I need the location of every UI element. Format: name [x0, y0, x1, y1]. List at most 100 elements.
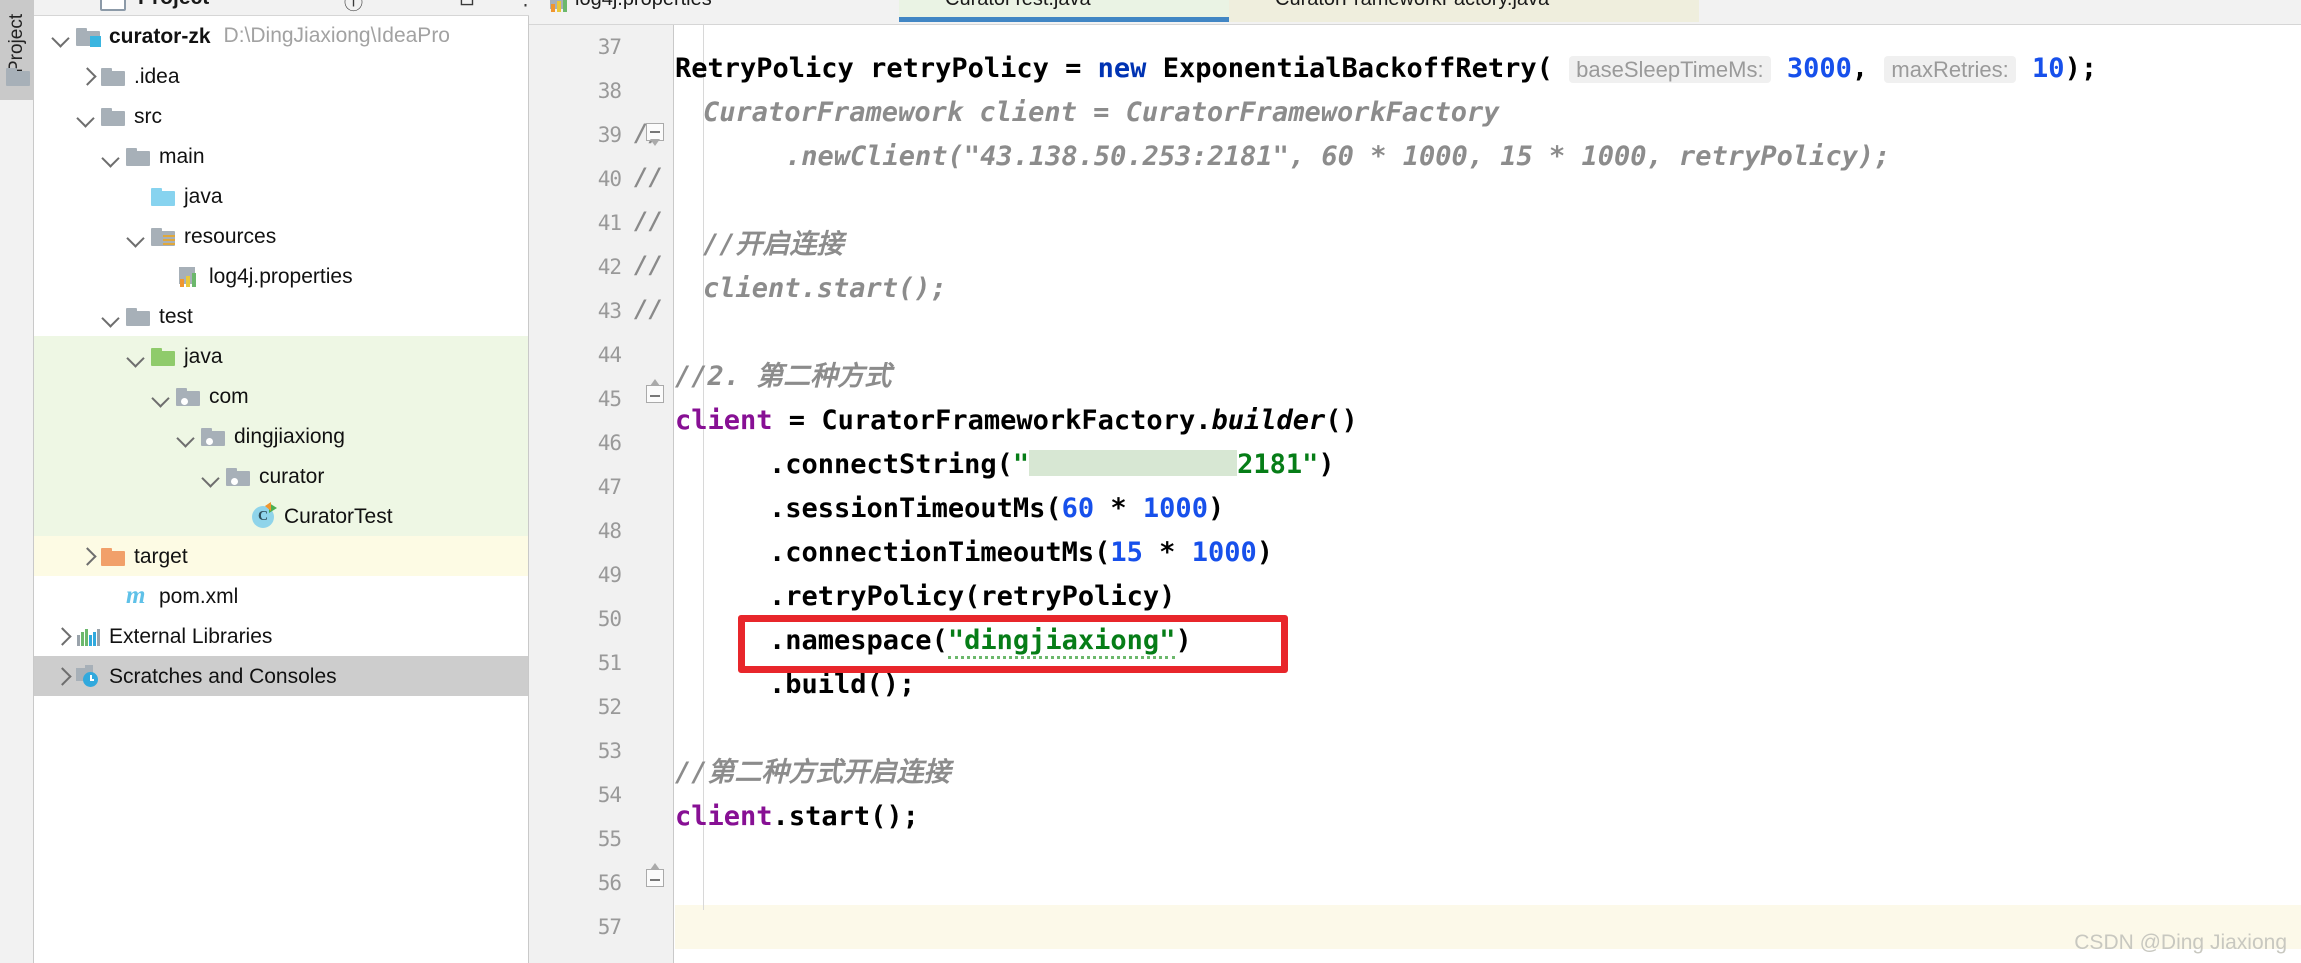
java-class-runnable-icon: C [252, 502, 277, 528]
tree-item-label: CuratorTest [284, 504, 393, 528]
chevron-right-icon[interactable] [73, 543, 99, 569]
token-method-builder: builder [1211, 405, 1326, 436]
code-line-50: .retryPolicy(retryPolicy) [769, 581, 1176, 612]
tree-item-target[interactable]: target [34, 536, 528, 576]
token-field-client: client [675, 405, 773, 436]
editor-tab-log4j-properties[interactable]: log4j.properties [529, 0, 899, 22]
tree-item-java[interactable]: java [34, 176, 528, 216]
minimize-icon[interactable]: ─ [404, 0, 417, 10]
ide-window: Project Project ⓘ ─ ⊟ ⋮ curator-zk D:\Din… [0, 0, 2301, 963]
editor-tab-curatorframeworkfactory-java[interactable]: CuratorFrameworkFactory.java [1229, 0, 1699, 22]
chevron-right-icon[interactable] [73, 63, 99, 89]
editor-tab-bar[interactable]: log4j.properties CuratorTest.java CuratorF… [529, 0, 2301, 25]
collapse-all-icon[interactable]: ⊟ [459, 0, 475, 11]
line-number-55: 55 [597, 827, 622, 851]
token-method-connectiontimeoutms: connectionTimeoutMs [785, 537, 1095, 568]
code-line-47: .connectString(" 2181") [769, 449, 1335, 480]
tree-item-label: pom.xml [159, 584, 239, 608]
commented-line-marker-42: // [634, 251, 663, 279]
tree-item-src[interactable]: src [34, 96, 528, 136]
chevron-down-icon[interactable] [73, 103, 99, 129]
chevron-down-icon[interactable] [148, 383, 174, 409]
code-line-56: } [675, 839, 2261, 883]
scratches-consoles-icon [76, 665, 102, 687]
folder-icon [6, 68, 30, 86]
token-number-10: 10 [2032, 53, 2065, 84]
tree-item-main[interactable]: main [34, 136, 528, 176]
tree-item-com[interactable]: com [34, 376, 528, 416]
code-line-42: //开启连接 [703, 229, 844, 260]
code-line-52: .build(); [769, 669, 916, 700]
tree-item-icon [74, 623, 104, 649]
code-fold-toggle-39[interactable] [646, 118, 666, 146]
tree-item-pom-xml[interactable]: m pom.xml [34, 576, 528, 616]
chevron-down-icon[interactable] [123, 223, 149, 249]
chevron-down-icon[interactable] [98, 303, 124, 329]
tree-item-icon [99, 63, 129, 89]
line-number-49: 49 [597, 563, 622, 587]
editor-tab-curatortest-java[interactable]: CuratorTest.java [899, 0, 1229, 22]
properties-file-icon [545, 0, 567, 12]
code-line-55: client.start(); [675, 801, 919, 832]
tree-item-icon [124, 303, 154, 329]
code-line-49: .connectionTimeoutMs(15 * 1000) [769, 537, 1273, 568]
settings-icon[interactable]: ⋮ [516, 0, 529, 11]
tree-item-icon [149, 223, 179, 249]
code-fold-toggle-45[interactable] [646, 379, 666, 408]
code-line-46: client = CuratorFrameworkFactory.builder… [675, 405, 1358, 436]
tree-item-external-libraries[interactable]: External Libraries [34, 616, 528, 656]
tree-item-icon [224, 463, 254, 489]
tree-item-idea[interactable]: .idea [34, 56, 528, 96]
tree-item-log4j-properties[interactable]: log4j.properties [34, 256, 528, 296]
chevron-down-icon[interactable] [173, 423, 199, 449]
properties-file-icon [177, 267, 199, 287]
code-editor[interactable]: RetryPolicy retryPolicy = new Exponentia… [675, 25, 2301, 963]
tree-item-label: resources [184, 224, 277, 248]
tree-item-scratches-and-consoles[interactable]: Scratches and Consoles [34, 656, 528, 696]
java-class-icon [915, 0, 937, 10]
line-number-38: 38 [597, 79, 622, 103]
line-number-57: 57 [597, 915, 622, 939]
tree-item-java[interactable]: java [34, 336, 528, 376]
external-libraries-icon [77, 629, 101, 646]
chevron-down-icon[interactable] [98, 143, 124, 169]
commented-line-marker-41: // [634, 207, 663, 235]
project-panel-title: Project [138, 0, 209, 10]
tree-item-curator-zk[interactable]: curator-zk D:\DingJiaxiong\IdeaPro [34, 16, 528, 56]
code-line-45: //2. 第二种方式 [675, 361, 892, 392]
project-tree[interactable]: curator-zk D:\DingJiaxiong\IdeaPro .idea sr… [34, 16, 529, 963]
chevron-down-icon[interactable] [198, 463, 224, 489]
tree-item-icon [199, 423, 229, 449]
chevron-down-icon[interactable] [123, 343, 149, 369]
folder-gray-icon [101, 68, 125, 86]
project-view-icon [100, 0, 126, 11]
commented-line-marker-40: // [634, 163, 663, 191]
token-class-factory: CuratorFrameworkFactory [821, 405, 1196, 436]
chevron-right-icon[interactable] [48, 663, 74, 689]
tree-item-label: java [184, 344, 223, 368]
tree-item-label: log4j.properties [209, 264, 353, 288]
tree-item-dingjiaxiong[interactable]: dingjiaxiong [34, 416, 528, 456]
editor-gutter[interactable]: 373839//40//41//42//43//4445464748495051… [529, 25, 674, 963]
tree-item-label: curator [259, 464, 325, 488]
code-line-38: RetryPolicy retryPolicy = new Exponentia… [675, 53, 2098, 84]
tree-item-label: External Libraries [109, 624, 273, 648]
no-chevron-spacer [123, 183, 149, 209]
code-fold-toggle-56[interactable] [646, 863, 666, 892]
tree-item-curatortest[interactable]: C CuratorTest [34, 496, 528, 536]
chevron-right-icon[interactable] [48, 623, 74, 649]
folder-gray-icon [126, 308, 150, 326]
commented-line-marker-43: // [634, 295, 663, 323]
folder-excluded-orange-icon [101, 548, 125, 566]
folder-resources-icon [151, 228, 175, 246]
tree-item-test[interactable]: test [34, 296, 528, 336]
tree-item-icon [74, 663, 104, 689]
line-number-43: 43 [597, 299, 622, 323]
tree-item-resources[interactable]: resources [34, 216, 528, 256]
help-icon[interactable]: ⓘ [344, 0, 363, 15]
project-panel-header: Project ⓘ ─ ⊟ ⋮ [34, 0, 529, 16]
tree-item-curator[interactable]: curator [34, 456, 528, 496]
tree-item-label: .idea [134, 64, 180, 88]
chevron-down-icon[interactable] [48, 23, 74, 49]
